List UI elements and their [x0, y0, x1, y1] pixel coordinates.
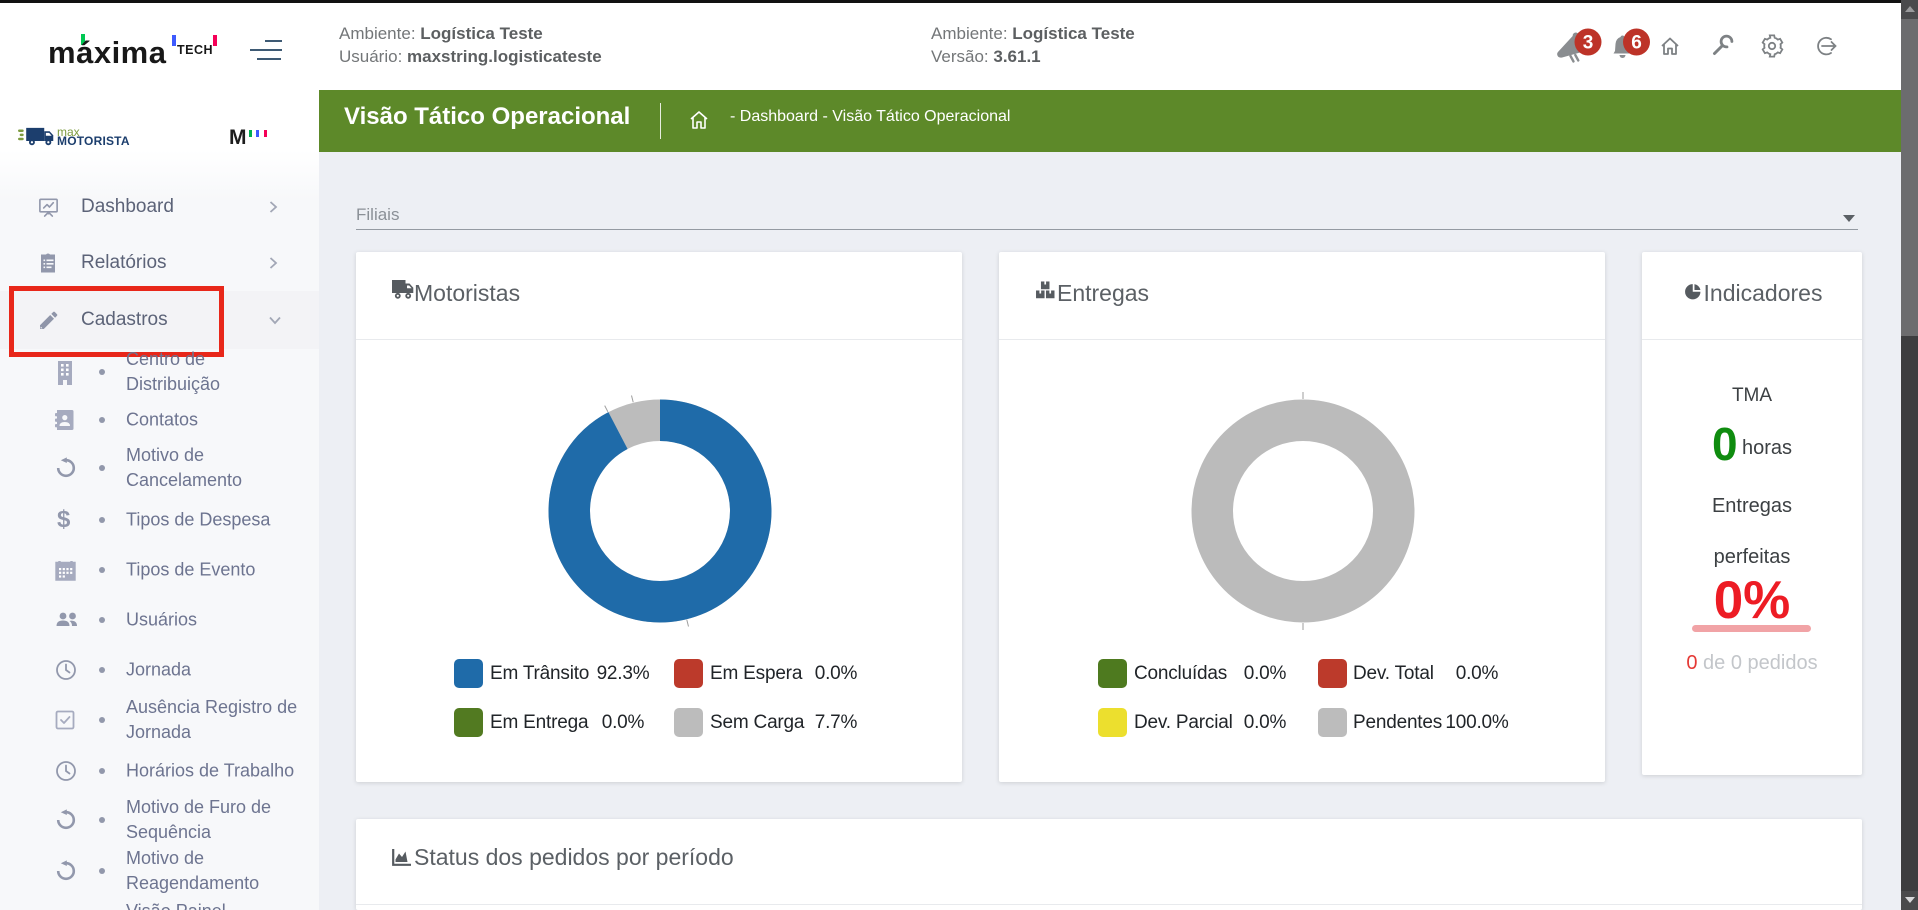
- svg-text:3: 3: [1583, 33, 1594, 54]
- svg-text:6: 6: [1631, 33, 1642, 54]
